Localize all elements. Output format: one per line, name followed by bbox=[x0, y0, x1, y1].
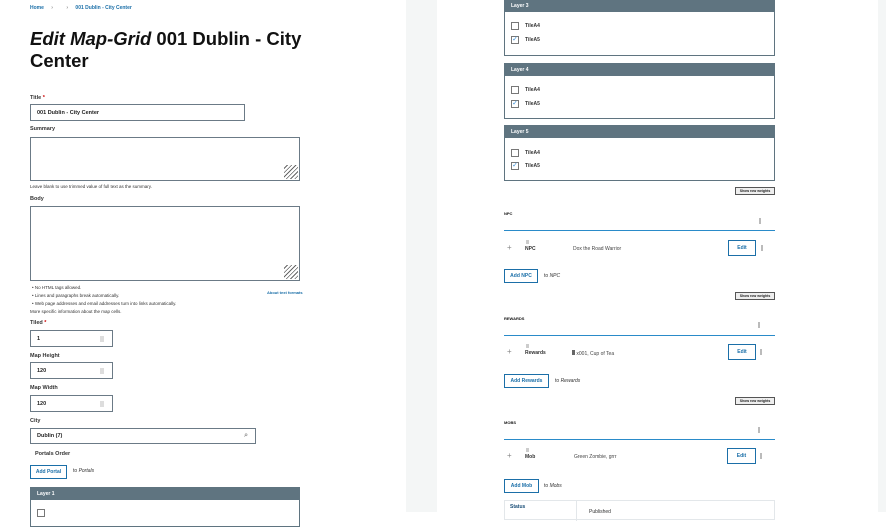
breadcrumb-current[interactable]: 001 Dublin - City Center bbox=[75, 5, 131, 11]
to-rewards-text: to Rewards bbox=[555, 378, 581, 384]
title-input[interactable]: 001 Dublin - City Center bbox=[30, 104, 245, 121]
tile-label: TileA5 bbox=[525, 163, 540, 169]
more-options-icon[interactable] bbox=[758, 427, 760, 433]
to-mobs-text: to Mobs bbox=[544, 483, 562, 489]
summary-label: Summary bbox=[30, 126, 56, 132]
tiled-label: Tiled * bbox=[30, 320, 47, 326]
summary-textarea[interactable] bbox=[30, 137, 300, 181]
drag-handle-icon[interactable]: + bbox=[507, 451, 512, 460]
toggle-icon bbox=[526, 448, 529, 452]
row-label: Rewards bbox=[525, 350, 546, 356]
layer-5-fieldset: Layer 5 TileA4 ✓ TileA5 bbox=[504, 125, 775, 181]
divider bbox=[504, 335, 775, 336]
tile-checkbox[interactable] bbox=[511, 86, 519, 94]
toggle-icon bbox=[526, 240, 529, 244]
number-spinner[interactable] bbox=[100, 368, 104, 374]
divider bbox=[504, 230, 775, 231]
summary-help: Leave blank to use trimmed value of full… bbox=[30, 184, 152, 189]
resize-handle-icon[interactable] bbox=[284, 165, 298, 179]
map-height-label: Map Height bbox=[30, 353, 60, 359]
more-info-help: More specific information about the map … bbox=[30, 309, 122, 314]
title-label: Title * bbox=[30, 95, 45, 101]
edit-mob-button[interactable]: Edit bbox=[727, 448, 756, 464]
drag-handle-icon[interactable]: + bbox=[507, 243, 512, 252]
number-spinner[interactable] bbox=[100, 401, 104, 407]
show-row-weights-button[interactable]: Show row weights bbox=[735, 187, 775, 195]
format-tip: • Lines and paragraphs break automatical… bbox=[32, 293, 120, 298]
section-heading: NPC bbox=[504, 211, 513, 216]
city-autocomplete[interactable]: Dublin (7) ⌕ bbox=[30, 428, 256, 444]
toggle-icon bbox=[526, 344, 529, 348]
map-height-input[interactable]: 120 bbox=[30, 362, 113, 379]
more-options-icon[interactable] bbox=[761, 245, 763, 251]
map-width-input[interactable]: 120 bbox=[30, 395, 113, 412]
tile-checkbox[interactable] bbox=[511, 22, 519, 30]
add-rewards-button[interactable]: Add Rewards bbox=[504, 374, 549, 388]
tile-label: TileA5 bbox=[525, 101, 540, 107]
tile-checkbox[interactable] bbox=[37, 509, 45, 517]
section-heading: MOBS bbox=[504, 420, 516, 425]
row-value: x001, Cup of Tea bbox=[572, 350, 614, 357]
body-label: Body bbox=[30, 196, 44, 202]
breadcrumb: Home › › 001 Dublin - City Center bbox=[30, 5, 132, 11]
layer-header: Layer 3 bbox=[505, 0, 774, 12]
body-textarea[interactable] bbox=[30, 206, 300, 281]
city-label: City bbox=[30, 418, 41, 424]
row-value: Dox the Road Warrior bbox=[573, 246, 622, 252]
about-text-formats-link[interactable]: About text formats bbox=[267, 290, 303, 295]
layer-header: Layer 1 bbox=[31, 488, 299, 500]
breadcrumb-home[interactable]: Home bbox=[30, 5, 44, 11]
resize-handle-icon[interactable] bbox=[284, 265, 298, 279]
format-tip: • No HTML tags allowed. bbox=[32, 285, 82, 290]
tile-label: TileA4 bbox=[525, 150, 540, 156]
row-value: Green Zombie, grrr bbox=[574, 454, 617, 460]
layer-header: Layer 4 bbox=[505, 64, 774, 76]
portals-order-label: Portals Order bbox=[35, 451, 71, 457]
item-icon bbox=[572, 350, 575, 355]
tile-checkbox[interactable] bbox=[511, 149, 519, 157]
edit-npc-button[interactable]: Edit bbox=[728, 240, 756, 256]
drag-handle-icon[interactable]: + bbox=[507, 347, 512, 356]
breadcrumb-separator: › bbox=[51, 5, 53, 11]
divider bbox=[504, 439, 775, 440]
status-table: Status Published bbox=[504, 500, 775, 521]
page-gutter bbox=[406, 0, 437, 512]
breadcrumb-separator: › bbox=[66, 5, 69, 11]
tile-checkbox-checked[interactable]: ✓ bbox=[511, 36, 519, 44]
page-gutter-right bbox=[878, 0, 886, 512]
to-portals-text: to Portals bbox=[73, 468, 95, 474]
map-width-label: Map Width bbox=[30, 385, 58, 391]
add-npc-button[interactable]: Add NPC bbox=[504, 269, 538, 283]
format-tip: • Web page addresses and email addresses… bbox=[32, 301, 177, 306]
tiled-input[interactable]: 1 bbox=[30, 330, 113, 347]
more-options-icon[interactable] bbox=[760, 349, 762, 355]
section-heading: REWARDS bbox=[504, 316, 525, 321]
to-npc-text: to NPC bbox=[544, 273, 561, 279]
row-label: Mob bbox=[525, 454, 536, 460]
show-row-weights-button[interactable]: Show row weights bbox=[735, 397, 775, 405]
tile-label: TileA4 bbox=[525, 23, 540, 29]
add-portal-button[interactable]: Add Portal bbox=[30, 465, 67, 479]
search-icon: ⌕ bbox=[244, 432, 248, 439]
title-prefix: Edit Map-Grid bbox=[30, 28, 152, 49]
number-spinner[interactable] bbox=[100, 336, 104, 342]
more-options-icon[interactable] bbox=[758, 322, 760, 328]
tile-checkbox-checked[interactable]: ✓ bbox=[511, 100, 519, 108]
edit-rewards-button[interactable]: Edit bbox=[728, 344, 756, 360]
tile-label: TileA4 bbox=[525, 87, 540, 93]
add-mob-button[interactable]: Add Mob bbox=[504, 479, 539, 493]
layer-4-fieldset: Layer 4 TileA4 ✓ TileA5 bbox=[504, 63, 775, 119]
more-options-icon[interactable] bbox=[759, 218, 761, 224]
tile-label: TileA5 bbox=[525, 37, 540, 43]
row-label: NPC bbox=[525, 246, 536, 252]
show-row-weights-button[interactable]: Show row weights bbox=[735, 292, 775, 300]
tile-checkbox-checked[interactable]: ✓ bbox=[511, 162, 519, 170]
status-label: Status bbox=[505, 501, 577, 521]
layer-header: Layer 5 bbox=[505, 126, 774, 138]
layer-3-fieldset: Layer 3 TileA4 ✓ TileA5 bbox=[504, 0, 775, 56]
more-options-icon[interactable] bbox=[760, 453, 762, 459]
page-title: Edit Map-Grid 001 Dublin - City Center bbox=[30, 28, 320, 72]
status-value[interactable]: Published bbox=[589, 509, 611, 515]
layer-1-fieldset: Layer 1 bbox=[30, 487, 300, 527]
